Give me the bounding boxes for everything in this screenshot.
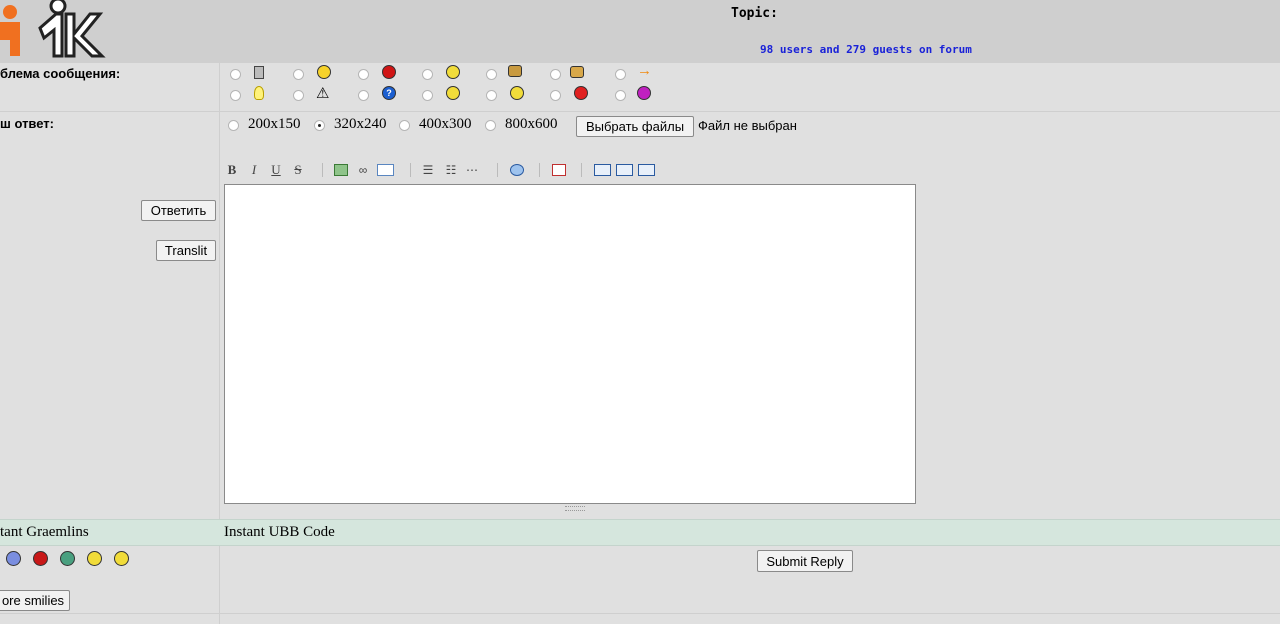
icon-radio[interactable] (615, 90, 626, 101)
row-divider (0, 111, 1280, 112)
online-users-text: 98 users and 279 guests on forum (760, 43, 972, 56)
underline-button[interactable]: U (270, 161, 282, 179)
instant-graemlins-label: tant Graemlins (0, 524, 89, 540)
more-smilies-button[interactable]: ore smilies (0, 590, 70, 611)
translit-button[interactable]: Translit (156, 240, 216, 261)
bullet-list-icon[interactable]: ☰ (420, 161, 436, 179)
calculator-icon (254, 66, 264, 79)
neutral-smiley-icon[interactable] (114, 551, 129, 566)
smile-smiley-icon (446, 65, 460, 79)
icon-option[interactable] (550, 85, 610, 105)
icon-radio[interactable] (486, 69, 497, 80)
icon-radio[interactable] (422, 69, 433, 80)
icon-option[interactable] (228, 64, 288, 84)
email-icon[interactable] (377, 164, 394, 176)
icon-radio[interactable] (550, 69, 561, 80)
icon-radio[interactable] (422, 90, 433, 101)
icon-radio[interactable] (358, 90, 369, 101)
wink-smiley-icon[interactable] (87, 551, 102, 566)
toolbar-separator (497, 163, 498, 177)
quote-icon[interactable] (510, 164, 524, 176)
angry-smiley-icon (574, 86, 588, 100)
icon-radio[interactable] (358, 69, 369, 80)
image-icon[interactable] (334, 164, 348, 176)
link-icon[interactable]: ∞ (355, 161, 371, 179)
icon-radio[interactable] (486, 90, 497, 101)
forum-header: Topic: 98 users and 279 guests on forum (0, 0, 1280, 62)
choose-files-button[interactable]: Выбрать файлы (576, 116, 694, 137)
size-label: 200x150 (248, 116, 301, 132)
textarea-resize-grip[interactable] (565, 506, 585, 511)
row-divider (0, 613, 1280, 614)
red-circle-smiley-icon[interactable] (33, 551, 48, 566)
lightbulb-icon (254, 86, 264, 100)
numbered-list-icon[interactable]: ☷ (443, 161, 459, 179)
icon-option[interactable] (422, 64, 482, 84)
icon-radio[interactable] (230, 69, 241, 80)
red-circle-icon (382, 65, 396, 79)
file-status-text: Файл не выбран (698, 118, 797, 133)
icon-option[interactable] (550, 64, 610, 84)
icon-option[interactable] (422, 85, 482, 105)
icon-option[interactable] (228, 85, 288, 105)
size-radio[interactable] (399, 120, 410, 131)
reply-button[interactable]: Ответить (141, 200, 216, 221)
toolbar-separator (322, 163, 323, 177)
icon-radio[interactable] (293, 90, 304, 101)
purple-smiley-icon (637, 86, 651, 100)
size-label: 400x300 (419, 116, 472, 132)
editor-toolbar: B I U S ∞ ☰ ☷ ⋯ (224, 161, 674, 181)
size-radio[interactable] (485, 120, 496, 131)
icon-option[interactable]: → (615, 62, 675, 84)
size-radio-selected[interactable] (314, 120, 325, 131)
message-icon-label: блема сообщения: (0, 66, 121, 81)
size-label: 320x240 (334, 116, 387, 132)
icon-option[interactable] (486, 85, 546, 105)
topic-label: Topic: (731, 6, 778, 21)
warning-icon: ⚠ (316, 85, 330, 102)
icon-option[interactable] (486, 64, 546, 84)
forum-logo[interactable] (0, 0, 110, 60)
icon-option[interactable] (358, 64, 418, 84)
layout-rows-icon[interactable] (638, 164, 655, 176)
layout-columns-icon[interactable] (616, 164, 633, 176)
icon-option[interactable] (293, 64, 353, 84)
cool-smiley-icon (446, 86, 460, 100)
toolbar-separator (539, 163, 540, 177)
toolbar-separator (581, 163, 582, 177)
message-textarea[interactable] (224, 184, 916, 504)
arrow-right-icon: → (637, 62, 652, 79)
icon-radio[interactable] (230, 90, 241, 101)
thumbs-up-icon (570, 66, 584, 78)
icon-option[interactable]: ? (358, 85, 418, 105)
reply-label: ш ответ: (0, 116, 55, 131)
toolbar-separator (410, 163, 411, 177)
icon-radio[interactable] (550, 90, 561, 101)
size-radio[interactable] (228, 120, 239, 131)
submit-reply-button[interactable]: Submit Reply (757, 550, 853, 572)
question-icon: ? (382, 86, 396, 100)
bold-button[interactable]: B (226, 161, 238, 179)
green-grin-smiley-icon[interactable] (60, 551, 75, 566)
instant-codes-header (0, 519, 1280, 546)
grin-smiley-icon (317, 65, 331, 79)
calendar-icon[interactable] (552, 164, 566, 176)
instant-ubb-label: Instant UBB Code (224, 524, 335, 540)
icon-radio[interactable] (615, 69, 626, 80)
icon-option[interactable]: ⚠ (293, 85, 353, 105)
layout-single-icon[interactable] (594, 164, 611, 176)
size-label: 800x600 (505, 116, 558, 132)
italic-button[interactable]: I (248, 161, 260, 179)
sad-blue-smiley-icon[interactable] (6, 551, 21, 566)
icon-option[interactable] (615, 85, 675, 105)
strikethrough-button[interactable]: S (292, 161, 304, 179)
smiley-icon (510, 86, 524, 100)
icon-radio[interactable] (293, 69, 304, 80)
thumbs-down-icon (508, 65, 522, 77)
list-item-icon[interactable]: ⋯ (464, 161, 480, 179)
